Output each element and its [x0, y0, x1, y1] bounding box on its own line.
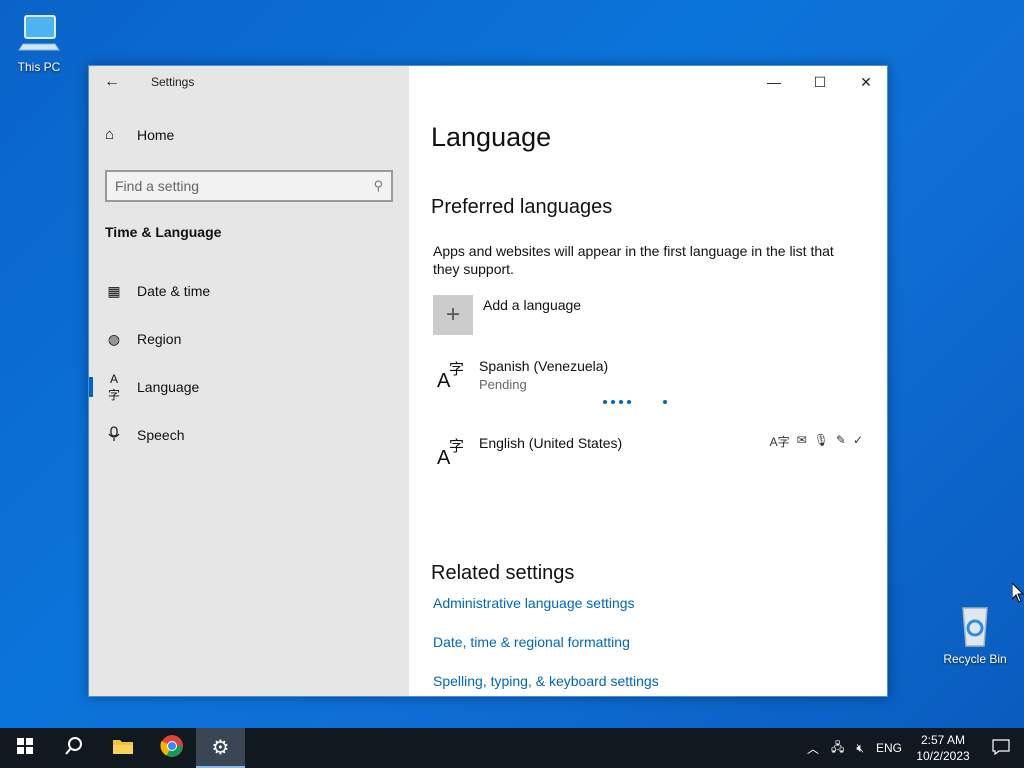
main-content: — ☐ ✕ Language Preferred languages Apps … — [409, 66, 887, 696]
close-button[interactable]: ✕ — [843, 66, 887, 98]
sidebar-item-label: Date & time — [137, 283, 211, 299]
related-settings-heading: Related settings — [431, 562, 575, 584]
sidebar-item-label: Speech — [137, 427, 185, 443]
text-to-speech-icon: ✉ — [796, 433, 807, 447]
date-time-regional-formatting-link[interactable]: Date, time & regional formatting — [433, 634, 630, 650]
spelling-typing-keyboard-settings-link[interactable]: Spelling, typing, & keyboard settings — [433, 673, 659, 689]
sidebar-item-region[interactable]: ◍ Region — [89, 319, 409, 359]
section-title: Time & Language — [105, 224, 222, 240]
volume-button[interactable]: 🔇︎ — [850, 741, 870, 756]
handwriting-icon: ✎ — [835, 433, 846, 447]
settings-icon: ⚙ — [211, 736, 230, 759]
search-input[interactable] — [115, 178, 374, 194]
sidebar-item-date-time[interactable]: ▦ Date & time — [89, 271, 409, 311]
show-hidden-icons-button[interactable]: ︿ — [801, 740, 825, 757]
installing-progress-indicator — [603, 400, 671, 404]
add-language-button[interactable]: + Add a language — [433, 295, 581, 335]
clock-date: 10/2/2023 — [916, 749, 970, 763]
title-bar: ← Settings — [89, 66, 409, 98]
taskbar-search-button[interactable] — [49, 728, 98, 768]
speech-icon: 🎙︎ — [813, 433, 829, 447]
chrome-icon — [159, 734, 184, 763]
taskbar-settings[interactable]: ⚙ — [196, 728, 245, 768]
spell-check-icon: ✓ — [852, 433, 863, 447]
clock[interactable]: 2:57 AM 10/2/2023 — [908, 732, 978, 764]
language-name: Spanish (Venezuela) — [479, 358, 609, 374]
taskbar-chrome[interactable] — [147, 728, 196, 768]
system-tray: ︿ 🖧 🔇︎ ENG 2:57 AM 10/2/2023 — [801, 728, 1024, 768]
settings-window: ← Settings ⌂ Home ⚲ Time & Language ▦ Da… — [88, 65, 888, 697]
computer-icon — [15, 10, 63, 58]
desktop-icon-label: This PC — [17, 60, 61, 74]
sidebar-item-label: Home — [137, 126, 175, 143]
home-icon: ⌂ — [105, 126, 115, 143]
sidebar: ← Settings ⌂ Home ⚲ Time & Language ▦ Da… — [89, 66, 409, 696]
minimize-button[interactable]: — — [751, 66, 797, 98]
start-icon — [16, 737, 33, 759]
desktop-icon-this-pc[interactable]: This PC — [4, 10, 74, 74]
maximize-button[interactable]: ☐ — [797, 66, 843, 98]
search-icon — [64, 736, 84, 761]
volume-muted-icon: 🔇︎ — [856, 740, 864, 755]
taskbar: ⚙ ︿ 🖧 🔇︎ ENG 2:57 AM 10/2/2023 — [0, 728, 1024, 768]
desktop-icon-recycle-bin[interactable]: Recycle Bin — [940, 602, 1010, 666]
administrative-language-settings-link[interactable]: Administrative language settings — [433, 595, 635, 611]
add-language-label: Add a language — [483, 297, 582, 313]
display-language-icon: A字 — [769, 435, 790, 449]
chevron-up-icon: ︿ — [807, 741, 820, 756]
sidebar-item-label: Region — [137, 331, 182, 347]
language-name: English (United States) — [479, 435, 623, 451]
desktop-icon-label: Recycle Bin — [943, 652, 1007, 666]
clock-time: 2:57 AM — [920, 733, 966, 747]
search-icon[interactable]: ⚲ — [373, 178, 383, 194]
sidebar-item-label: Language — [137, 379, 200, 395]
plus-icon: + — [433, 295, 473, 335]
action-center-button[interactable] — [978, 738, 1024, 758]
minimize-icon: — — [767, 74, 781, 90]
language-icon: A字 — [437, 361, 465, 392]
language-item-english[interactable]: A字 English (United States) A字 ✉ 🎙︎ ✎ ✓ — [433, 433, 863, 485]
input-indicator[interactable]: ENG — [870, 741, 908, 755]
search-box[interactable]: ⚲ — [105, 170, 393, 202]
file-explorer-icon — [112, 737, 134, 760]
calendar-clock-icon: ▦ — [107, 282, 121, 299]
sidebar-item-speech[interactable]: Speech — [89, 415, 409, 455]
notification-icon — [992, 738, 1010, 758]
preferred-languages-description: Apps and websites will appear in the fir… — [433, 243, 834, 277]
back-button[interactable]: ← — [89, 66, 135, 98]
page-title: Language — [431, 122, 552, 152]
window-title: Settings — [151, 75, 195, 89]
preferred-languages-heading: Preferred languages — [431, 196, 613, 218]
close-icon: ✕ — [860, 73, 872, 90]
globe-icon: ◍ — [107, 330, 121, 347]
language-status: Pending — [479, 377, 527, 392]
window-controls: — ☐ ✕ — [751, 66, 887, 98]
start-button[interactable] — [0, 728, 49, 768]
language-features: A字 ✉ 🎙︎ ✎ ✓ — [770, 433, 863, 450]
sidebar-item-home[interactable]: ⌂ Home — [105, 126, 174, 143]
recycle-bin-icon — [951, 602, 999, 650]
back-arrow-icon: ← — [104, 73, 120, 90]
maximize-icon: ☐ — [813, 73, 827, 90]
language-icon: A字 — [107, 371, 120, 402]
language-icon: A字 — [437, 438, 465, 469]
taskbar-file-explorer[interactable] — [98, 728, 147, 768]
network-icon: 🖧 — [831, 739, 845, 754]
sidebar-item-language[interactable]: A字 Language — [89, 367, 409, 407]
network-button[interactable]: 🖧 — [825, 738, 850, 759]
microphone-icon — [105, 425, 123, 445]
